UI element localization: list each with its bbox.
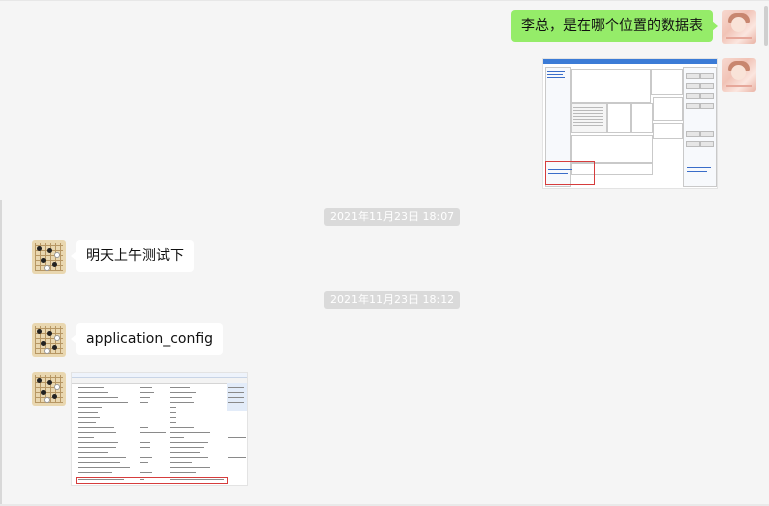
received-message-text: 明天上午测试下 [86,248,184,264]
received-message-bubble[interactable]: application_config [70,323,224,355]
received-message-text: application_config [86,331,214,347]
timestamp-badge: 2021年11月23日 18:07 [324,208,461,226]
received-message-bubble[interactable]: 明天上午测试下 [71,240,194,272]
timestamp-badge: 2021年11月23日 18:12 [324,291,461,309]
sent-image-message[interactable] [542,58,718,189]
my-avatar[interactable] [722,10,756,44]
left-divider [0,200,2,506]
contact-avatar[interactable] [32,372,66,406]
received-image-message[interactable] [71,372,248,486]
sent-message-text: 李总，是在哪个位置的数据表 [521,18,703,34]
window-top-panel [571,69,651,103]
contact-avatar[interactable] [32,240,66,274]
top-divider [0,0,769,1]
table-header [72,378,247,384]
window-titlebar [543,59,717,64]
contact-avatar[interactable] [32,323,66,357]
scrollbar-thumb[interactable] [764,6,768,46]
sent-message-bubble[interactable]: 李总，是在哪个位置的数据表 [511,10,718,42]
my-avatar[interactable] [722,58,756,92]
